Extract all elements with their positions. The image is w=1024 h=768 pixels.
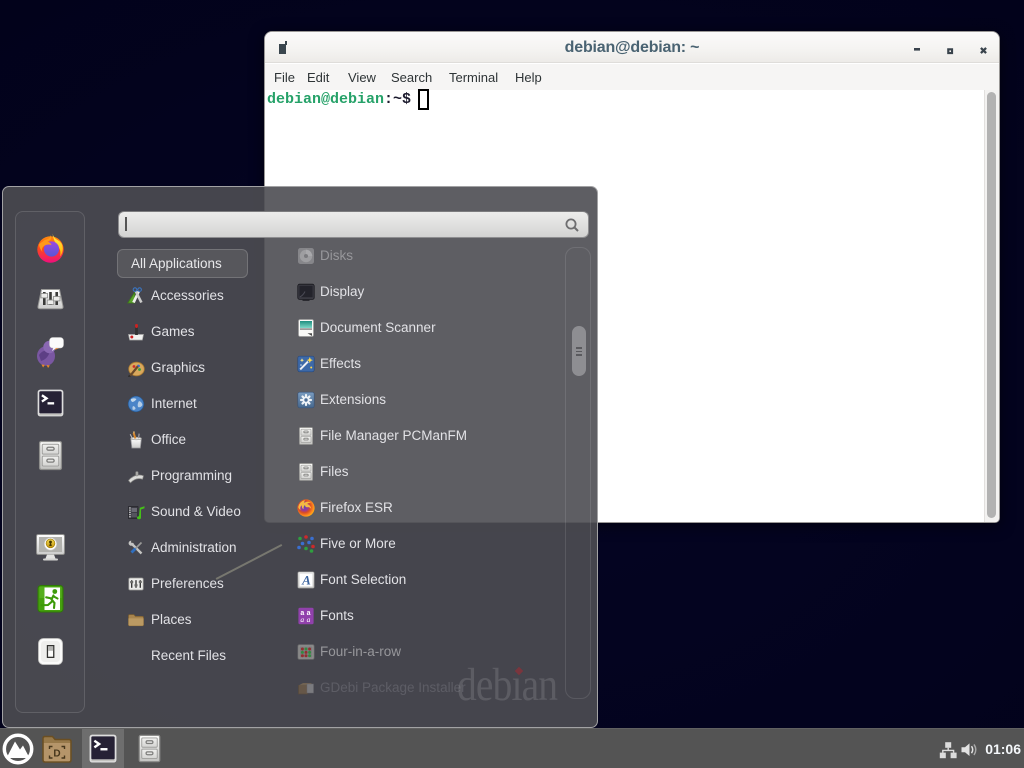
- svg-text:a: a: [307, 615, 311, 624]
- svg-text:A: A: [301, 573, 311, 588]
- svg-text:D: D: [53, 749, 60, 760]
- svg-text:a: a: [300, 615, 304, 624]
